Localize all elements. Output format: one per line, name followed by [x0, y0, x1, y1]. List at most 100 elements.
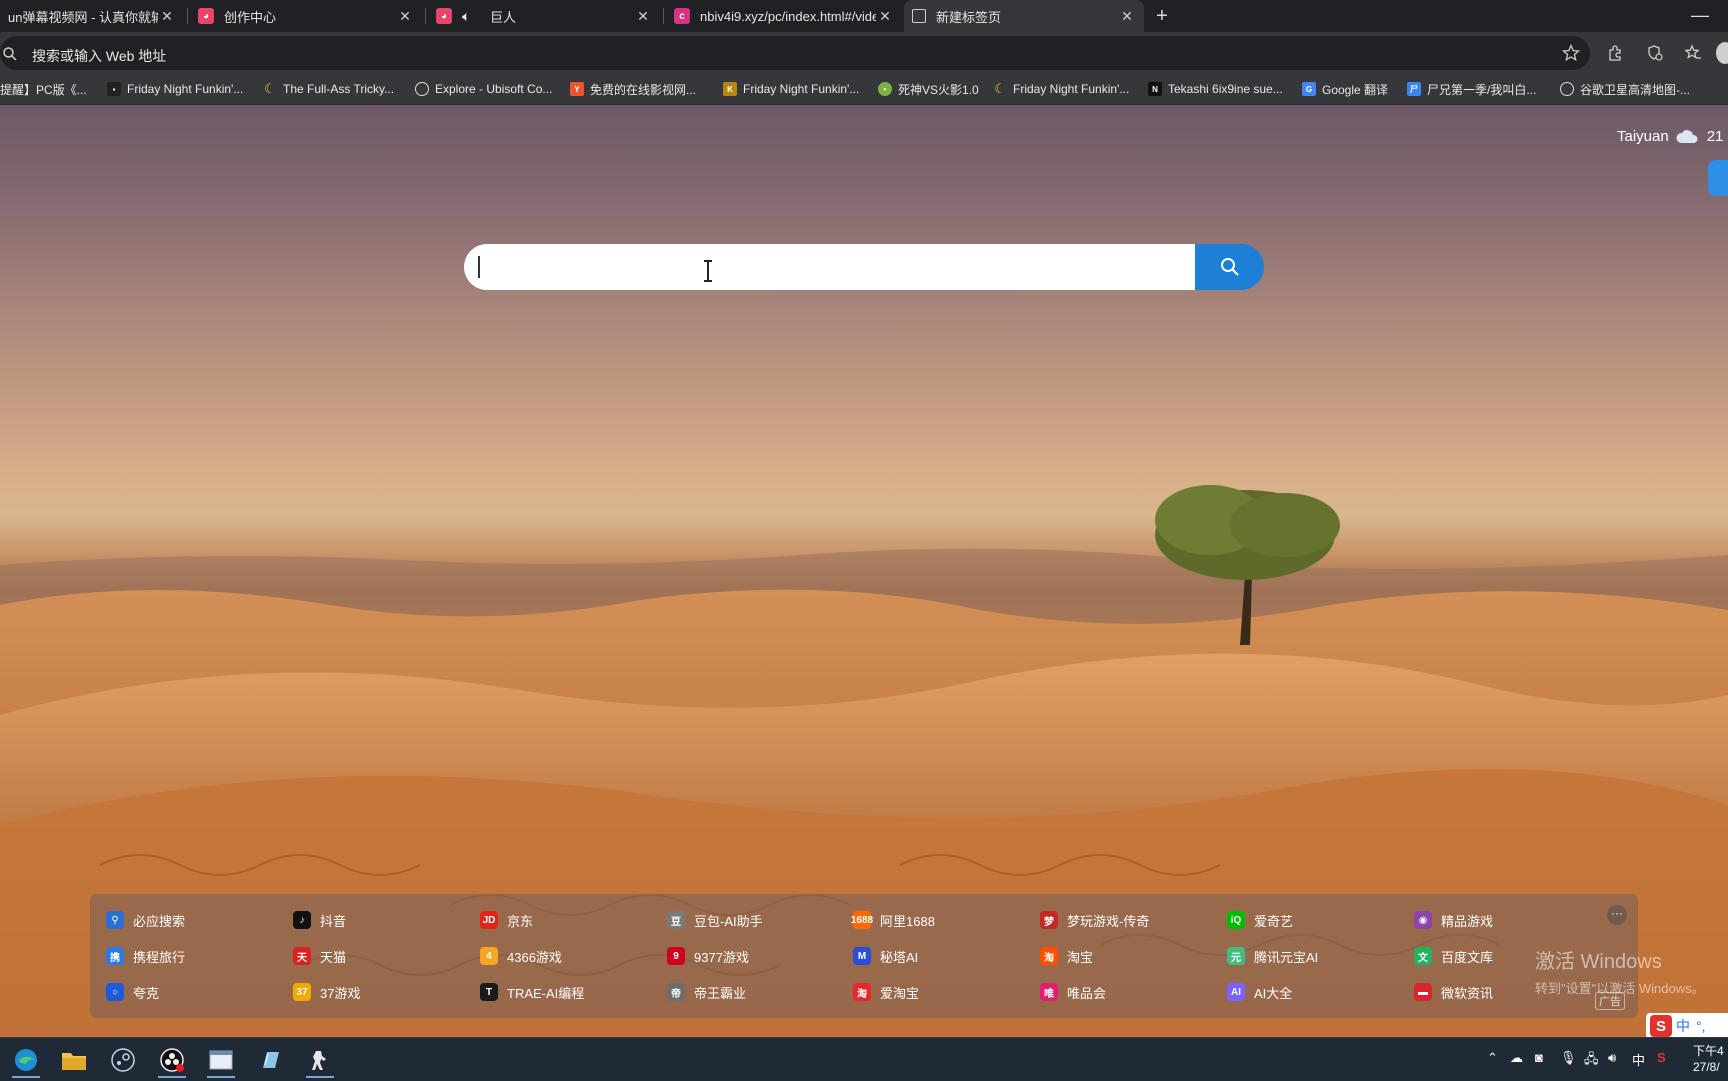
- tab-separator: [663, 8, 664, 24]
- bookmark-item[interactable]: Y 免费的在线影视网...: [570, 80, 696, 98]
- quick-link[interactable]: 豆豆包-AI助手: [667, 910, 763, 930]
- tab-bilibili[interactable]: un弹幕视频网 - 认真你就输啦 ✕: [0, 0, 184, 32]
- site-icon: 37: [293, 983, 311, 1001]
- tab-new-tab[interactable]: 新建标签页 ✕: [904, 0, 1144, 32]
- quick-link[interactable]: 元腾讯元宝AI: [1227, 946, 1318, 966]
- bookmarks-bar: 提醒】PC版《... ▪ Friday Night Funkin'... ☾ The…: [0, 74, 1728, 105]
- site-icon: ▪: [107, 82, 121, 96]
- security-icon[interactable]: ☁︎: [1510, 1050, 1523, 1066]
- close-icon[interactable]: ✕: [1118, 8, 1136, 25]
- bookmark-item[interactable]: G Google 翻译: [1302, 80, 1388, 98]
- bookmark-item[interactable]: Explore - Ubisoft Co...: [415, 80, 552, 98]
- site-icon: 1688: [851, 911, 873, 929]
- obs-icon: [160, 1048, 184, 1072]
- taskbar-game[interactable]: [300, 1042, 340, 1078]
- new-tab-button[interactable]: +: [1150, 4, 1174, 28]
- quick-link[interactable]: 1688 阿里1688: [851, 910, 935, 930]
- favorites-icon[interactable]: [1684, 44, 1702, 62]
- tab-video-site[interactable]: c nbiv4i9.xyz/pc/index.html#/video ✕: [666, 0, 902, 32]
- bookmark-item[interactable]: • 死神VS火影1.0: [878, 80, 979, 98]
- quick-link[interactable]: 9 9377游戏: [667, 946, 749, 966]
- bookmark-item[interactable]: 提醒】PC版《...: [0, 80, 87, 98]
- quick-link[interactable]: ♪ 抖音: [293, 910, 346, 930]
- profile-avatar[interactable]: [1716, 42, 1728, 64]
- quick-link-label: 唯品会: [1067, 985, 1107, 1001]
- quick-link[interactable]: 淘爱淘宝: [853, 982, 919, 1002]
- extensions-icon[interactable]: [1606, 44, 1624, 62]
- quick-link[interactable]: 唯唯品会: [1040, 982, 1106, 1002]
- input-method-bar[interactable]: S 中 °,: [1646, 1013, 1728, 1039]
- bookmark-item[interactable]: 尸尸兄第一季/我叫白...: [1407, 80, 1536, 98]
- quick-link[interactable]: 文百度文库: [1414, 946, 1493, 966]
- quick-link[interactable]: ○ 夸克: [106, 982, 159, 1002]
- more-options-icon[interactable]: ···: [1607, 905, 1627, 925]
- tab-giant[interactable]: ◕ 🔈︎ 巨人 ✕: [428, 0, 660, 32]
- site-icon: K: [723, 82, 737, 96]
- chevron-up-icon[interactable]: ⌃: [1487, 1050, 1498, 1066]
- quick-link[interactable]: M 秘塔AI: [853, 946, 918, 966]
- quick-link-label: 微软资讯: [1441, 985, 1494, 1001]
- weather-widget[interactable]: Taiyuan 21: [1617, 128, 1723, 145]
- tracking-prevention-icon[interactable]: [1646, 44, 1664, 62]
- quick-link[interactable]: 淘淘宝: [1040, 946, 1093, 966]
- tab-separator: [187, 8, 188, 24]
- bookmark-item[interactable]: ☾ The Full-Ass Tricky...: [263, 80, 394, 98]
- quick-link[interactable]: 帝帝王霸业: [667, 982, 746, 1002]
- tab-creator-center[interactable]: ◕ 创作中心 ✕: [190, 0, 422, 32]
- close-icon[interactable]: ✕: [634, 8, 652, 25]
- quick-link[interactable]: ◉ 精品游戏: [1414, 910, 1493, 930]
- taskbar-edge[interactable]: [6, 1042, 46, 1078]
- capture-icon[interactable]: ◙: [1535, 1050, 1543, 1065]
- quick-link[interactable]: ⚲ 必应搜索: [106, 910, 185, 930]
- sogou-tray-icon[interactable]: S: [1657, 1050, 1666, 1065]
- quick-link[interactable]: 携携程旅行: [106, 946, 185, 966]
- quick-link[interactable]: 4 4366游戏: [480, 946, 562, 966]
- link-icon[interactable]: [1708, 160, 1728, 196]
- quick-link[interactable]: iQ 爱奇艺: [1227, 910, 1293, 930]
- favorite-star-icon[interactable]: [1562, 44, 1580, 62]
- taskbar-notes[interactable]: [251, 1042, 291, 1078]
- tray-ime-language[interactable]: 中: [1632, 1050, 1645, 1069]
- network-icon[interactable]: 🖧︎: [1584, 1050, 1599, 1072]
- taskbar-steam[interactable]: [103, 1042, 143, 1078]
- bookmark-item[interactable]: K Friday Night Funkin'...: [723, 80, 859, 98]
- quick-link[interactable]: 天天猫: [293, 946, 346, 966]
- quick-link-label: AI大全: [1254, 985, 1293, 1001]
- system-clock[interactable]: 下午4 27/8/: [1693, 1043, 1724, 1075]
- close-icon[interactable]: ✕: [876, 8, 894, 25]
- tab-title: 巨人: [490, 9, 517, 25]
- quick-link[interactable]: T TRAE-AI编程: [480, 982, 584, 1002]
- quick-link[interactable]: AI AI大全: [1227, 982, 1292, 1002]
- volume-icon[interactable]: 🔊︎: [1608, 1050, 1616, 1066]
- taskbar-file-explorer[interactable]: [54, 1042, 94, 1078]
- quick-link[interactable]: 梦梦玩游戏-传奇: [1040, 910, 1149, 930]
- quick-link[interactable]: ▬ 微软资讯: [1414, 982, 1493, 1002]
- close-icon[interactable]: ✕: [396, 8, 414, 25]
- quick-link[interactable]: 37 37游戏: [293, 982, 360, 1002]
- quick-link-label: 爱奇艺: [1254, 913, 1294, 929]
- windows-activation-watermark: 激活 Windows 转到"设置"以激活 Windows。: [1535, 945, 1705, 997]
- close-icon[interactable]: ✕: [158, 8, 176, 25]
- notepad-icon: [263, 1052, 279, 1068]
- tab-title: nbiv4i9.xyz/pc/index.html#/video: [700, 8, 876, 24]
- minimize-icon[interactable]: —: [1690, 6, 1710, 26]
- microphone-icon[interactable]: 🎙︎: [1560, 1050, 1577, 1066]
- bookmark-item[interactable]: ☾ Friday Night Funkin'...: [993, 80, 1129, 98]
- quick-link-label: TRAE-AI编程: [507, 985, 585, 1001]
- taskbar-app-window[interactable]: [201, 1042, 241, 1078]
- address-placeholder: 搜索或输入 Web 地址: [32, 48, 167, 64]
- banana-icon: ☾: [994, 81, 1006, 96]
- site-icon: 帝: [667, 983, 685, 1001]
- bookmark-item[interactable]: 谷歌卫星高清地图-...: [1560, 80, 1690, 98]
- web-search-input[interactable]: [464, 244, 1195, 290]
- search-button[interactable]: [1195, 244, 1264, 290]
- taskbar-obs[interactable]: [152, 1042, 192, 1078]
- speaker-icon[interactable]: 🔈︎: [462, 8, 480, 25]
- bookmark-label: 提醒】PC版《...: [0, 82, 87, 97]
- quick-link-label: 天猫: [320, 949, 347, 965]
- bookmark-item[interactable]: ▪ Friday Night Funkin'...: [107, 80, 243, 98]
- bookmark-label: Google 翻译: [1322, 82, 1389, 97]
- address-input[interactable]: 搜索或输入 Web 地址: [0, 36, 1590, 70]
- bookmark-item[interactable]: N Tekashi 6ix9ine sue...: [1148, 80, 1283, 98]
- quick-link[interactable]: JD 京东: [480, 910, 533, 930]
